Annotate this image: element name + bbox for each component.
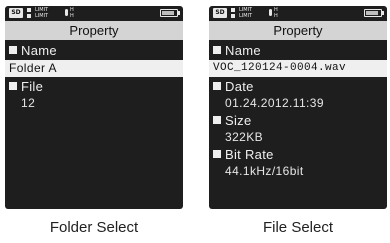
status-bar: SD LIMIT LIMIT H H xyxy=(209,6,387,21)
field-label-file: File xyxy=(5,78,183,95)
bullet-square-icon xyxy=(213,150,221,158)
rec-mode-label-2: H xyxy=(274,13,278,19)
field-label-name: Name xyxy=(5,42,183,59)
field-label-text: Size xyxy=(225,113,252,128)
field-value-name-selected[interactable]: VOC_120124-0004.wav xyxy=(209,60,387,77)
field-label-text: Name xyxy=(225,43,261,58)
limit-icon: LIMIT LIMIT xyxy=(27,7,61,19)
field-value-file-count: 12 xyxy=(21,96,36,110)
battery-level-fill xyxy=(366,11,378,15)
sd-card-icon: SD xyxy=(9,8,23,18)
bullet-square-icon xyxy=(9,46,17,54)
field-value-size: 322KB xyxy=(225,130,264,144)
field-label-date: Date xyxy=(209,78,387,95)
field-value-name-selected[interactable]: Folder A xyxy=(5,60,183,77)
rec-mode-icon: H H xyxy=(65,7,81,19)
field-value-bitrate: 44.1kHz/16bit xyxy=(225,164,304,178)
field-label-text: Date xyxy=(225,79,254,94)
field-label-text: Bit Rate xyxy=(225,147,274,162)
field-value-date: 01.24.2012.11:39 xyxy=(225,96,324,110)
status-bar: SD LIMIT LIMIT H H xyxy=(5,6,183,21)
rec-mode-label-2: H xyxy=(70,13,74,19)
bullet-square-icon xyxy=(213,82,221,90)
recorder-screen-file: SD LIMIT LIMIT H H Property Name VOC_120… xyxy=(209,6,387,209)
field-label-text: File xyxy=(21,79,44,94)
caption-folder-select: Folder Select xyxy=(49,219,139,236)
recorder-screen-folder: SD LIMIT LIMIT H H Property Name Folder … xyxy=(5,6,183,209)
bullet-square-icon xyxy=(213,46,221,54)
limit-icon: LIMIT LIMIT xyxy=(231,7,265,19)
property-list: Name Folder A File 12 xyxy=(5,42,183,112)
field-label-bitrate: Bit Rate xyxy=(209,146,387,163)
property-list: Name VOC_120124-0004.wav Date 01.24.2012… xyxy=(209,42,387,180)
field-label-name: Name xyxy=(209,42,387,59)
caption-file-select: File Select xyxy=(262,219,334,236)
screen-title: Property xyxy=(209,21,387,40)
rec-mode-icon: H H xyxy=(269,7,285,19)
screen-title: Property xyxy=(5,21,183,40)
limit-label-2: LIMIT xyxy=(35,13,49,19)
bullet-square-icon xyxy=(213,116,221,124)
field-label-text: Name xyxy=(21,43,57,58)
bullet-square-icon xyxy=(9,82,17,90)
sd-card-icon: SD xyxy=(213,8,227,18)
field-label-size: Size xyxy=(209,112,387,129)
battery-icon xyxy=(160,9,180,17)
battery-level-fill xyxy=(162,11,174,15)
limit-label-2: LIMIT xyxy=(239,13,253,19)
battery-icon xyxy=(364,9,384,17)
